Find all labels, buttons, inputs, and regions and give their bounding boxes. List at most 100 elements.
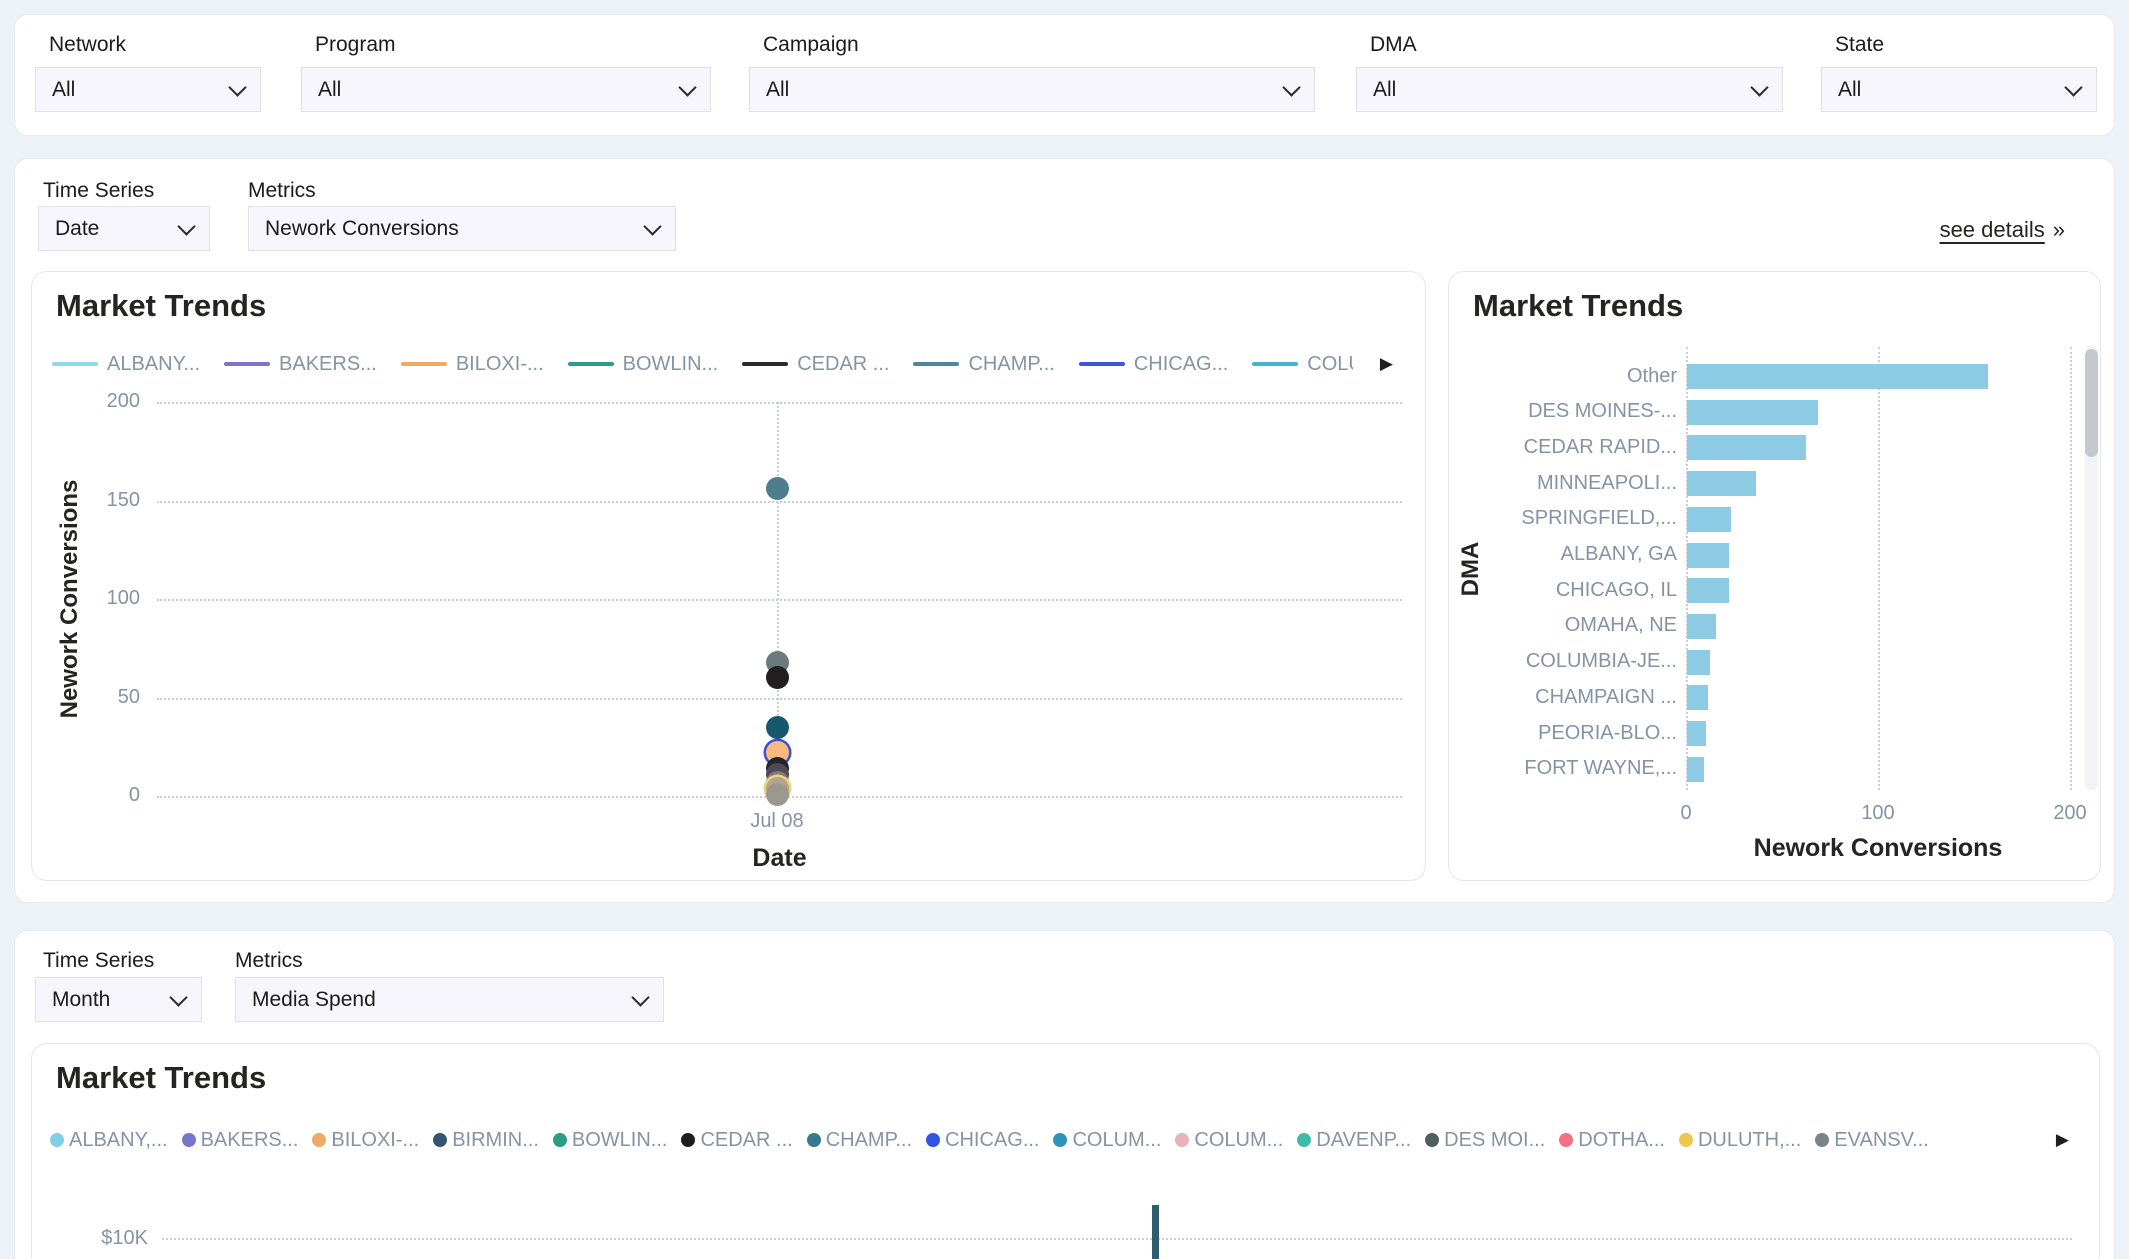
scatter-point[interactable] — [766, 783, 789, 806]
bar[interactable] — [1687, 400, 1818, 425]
spend-legend: ALBANY,... BAKERS... BILOXI-... BIRMIN... BO… — [50, 1122, 2023, 1158]
legend-overflow-arrow-icon[interactable]: ▶ — [2056, 1130, 2069, 1150]
legend-item-label: BIRMIN... — [452, 1129, 539, 1152]
x-axis-title: Nework Conversions — [1754, 834, 2003, 863]
chart-title: Market Trends — [56, 1060, 266, 1096]
time-series-label: Time Series — [43, 949, 154, 973]
legend-dot-swatch — [926, 1133, 940, 1147]
legend-item[interactable]: COLUM... — [1252, 353, 1353, 376]
bar[interactable] — [1687, 364, 1988, 389]
legend-item-label: BILOXI-... — [331, 1129, 419, 1152]
gridline — [157, 599, 1402, 601]
legend-item-label: CHICAG... — [945, 1129, 1039, 1152]
scatter-point[interactable] — [766, 477, 789, 500]
filter-dropdown-network[interactable]: All — [35, 67, 261, 112]
time-series-value: Month — [52, 988, 110, 1012]
gridline — [1878, 347, 1880, 790]
filter-bar: NetworkAllProgramAllCampaignAllDMAAllSta… — [14, 14, 2115, 136]
see-details-link[interactable]: see details » — [1940, 217, 2065, 243]
legend-item[interactable]: CHICAG... — [926, 1129, 1039, 1152]
chevron-down-icon — [177, 217, 195, 235]
legend-item[interactable]: BILOXI-... — [312, 1129, 419, 1152]
chart-title: Market Trends — [56, 288, 266, 324]
legend-dot-swatch — [312, 1133, 326, 1147]
legend-line-swatch — [224, 362, 270, 366]
legend-item[interactable]: DES MOI... — [1425, 1129, 1545, 1152]
legend-item[interactable]: DOTHA... — [1559, 1129, 1665, 1152]
legend-dot-swatch — [681, 1133, 695, 1147]
scatter-point[interactable] — [766, 666, 789, 689]
legend-dot-swatch — [50, 1133, 64, 1147]
legend-item[interactable]: CHAMP... — [807, 1129, 912, 1152]
legend-item[interactable]: BOWLIN... — [568, 353, 719, 376]
filter-dropdown-campaign[interactable]: All — [749, 67, 1315, 112]
legend-item-label: ALBANY... — [107, 353, 200, 376]
chevron-down-icon — [678, 78, 696, 96]
legend-item[interactable]: BILOXI-... — [401, 353, 544, 376]
bar[interactable] — [1687, 578, 1729, 603]
category-label: OMAHA, NE — [1449, 614, 1677, 637]
legend-dot-swatch — [182, 1133, 196, 1147]
scatter-point[interactable] — [766, 716, 789, 739]
category-label: PEORIA-BLO... — [1449, 722, 1677, 745]
bar[interactable] — [1687, 614, 1716, 639]
legend-dot-swatch — [1679, 1133, 1693, 1147]
bar[interactable] — [1687, 507, 1731, 532]
time-series-dropdown[interactable]: Month — [35, 977, 202, 1022]
legend-dot-swatch — [1425, 1133, 1439, 1147]
legend-item-label: ALBANY,... — [69, 1129, 168, 1152]
filter-dropdown-state[interactable]: All — [1821, 67, 2097, 112]
market-trends-scatter-card: Market Trends ALBANY... BAKERS... BILOXI-.… — [31, 271, 1426, 881]
bar[interactable] — [1687, 721, 1706, 746]
legend-item[interactable]: ALBANY... — [52, 353, 200, 376]
scrollbar-thumb[interactable] — [2085, 349, 2098, 457]
see-details-text: see details — [1940, 217, 2045, 242]
x-tick-label: 100 — [1861, 802, 1894, 825]
legend-dot-swatch — [1559, 1133, 1573, 1147]
legend-overflow-arrow-icon[interactable]: ▶ — [1380, 354, 1393, 374]
market-trends-dma-card: Market Trends 0100200OtherDES MOINES-...… — [1448, 271, 2101, 881]
legend-item[interactable]: DULUTH,... — [1679, 1129, 1801, 1152]
conversions-panel: Time Series Date Metrics Nework Conversi… — [14, 158, 2115, 903]
bar[interactable] — [1687, 471, 1756, 496]
legend-item[interactable]: DAVENP... — [1297, 1129, 1411, 1152]
legend-item[interactable]: BIRMIN... — [433, 1129, 539, 1152]
metrics-dropdown[interactable]: Media Spend — [235, 977, 664, 1022]
legend-item[interactable]: BAKERS... — [224, 353, 377, 376]
filter-dropdown-program[interactable]: All — [301, 67, 711, 112]
filter-value: All — [1838, 78, 1861, 102]
legend-item-label: CEDAR ... — [700, 1129, 792, 1152]
legend-item-label: EVANSV... — [1834, 1129, 1929, 1152]
legend-item[interactable]: BAKERS... — [182, 1129, 299, 1152]
legend-item[interactable]: COLUM... — [1053, 1129, 1161, 1152]
metrics-dropdown[interactable]: Nework Conversions — [248, 206, 676, 251]
legend-item[interactable]: BOWLIN... — [553, 1129, 668, 1152]
bar[interactable] — [1687, 685, 1708, 710]
legend-item[interactable]: COLUM... — [1175, 1129, 1283, 1152]
bar[interactable] — [1687, 435, 1806, 460]
double-chevron-right-icon: » — [2053, 217, 2065, 242]
bar[interactable] — [1687, 543, 1729, 568]
time-series-dropdown[interactable]: Date — [38, 206, 210, 251]
category-label: FORT WAYNE,... — [1449, 757, 1677, 780]
filter-dropdown-dma[interactable]: All — [1356, 67, 1783, 112]
filter-label: DMA — [1370, 33, 1417, 57]
metrics-label: Metrics — [235, 949, 303, 973]
bar[interactable] — [1152, 1205, 1159, 1259]
legend-item[interactable]: CEDAR ... — [742, 353, 889, 376]
category-label: COLUMBIA-JE... — [1449, 650, 1677, 673]
legend-dot-swatch — [1053, 1133, 1067, 1147]
legend-item[interactable]: CHICAG... — [1079, 353, 1228, 376]
legend-item[interactable]: ALBANY,... — [50, 1129, 168, 1152]
bar[interactable] — [1687, 650, 1710, 675]
gridline — [157, 402, 1402, 404]
legend-item[interactable]: CHAMP... — [913, 353, 1054, 376]
legend-item-label: BAKERS... — [201, 1129, 299, 1152]
legend-item[interactable]: EVANSV... — [1815, 1129, 1929, 1152]
metrics-label: Metrics — [248, 179, 316, 203]
legend-item-label: CHAMP... — [968, 353, 1054, 376]
legend-line-swatch — [52, 362, 98, 366]
bar[interactable] — [1687, 757, 1704, 782]
legend-item[interactable]: CEDAR ... — [681, 1129, 792, 1152]
legend-item-label: BOWLIN... — [623, 353, 719, 376]
